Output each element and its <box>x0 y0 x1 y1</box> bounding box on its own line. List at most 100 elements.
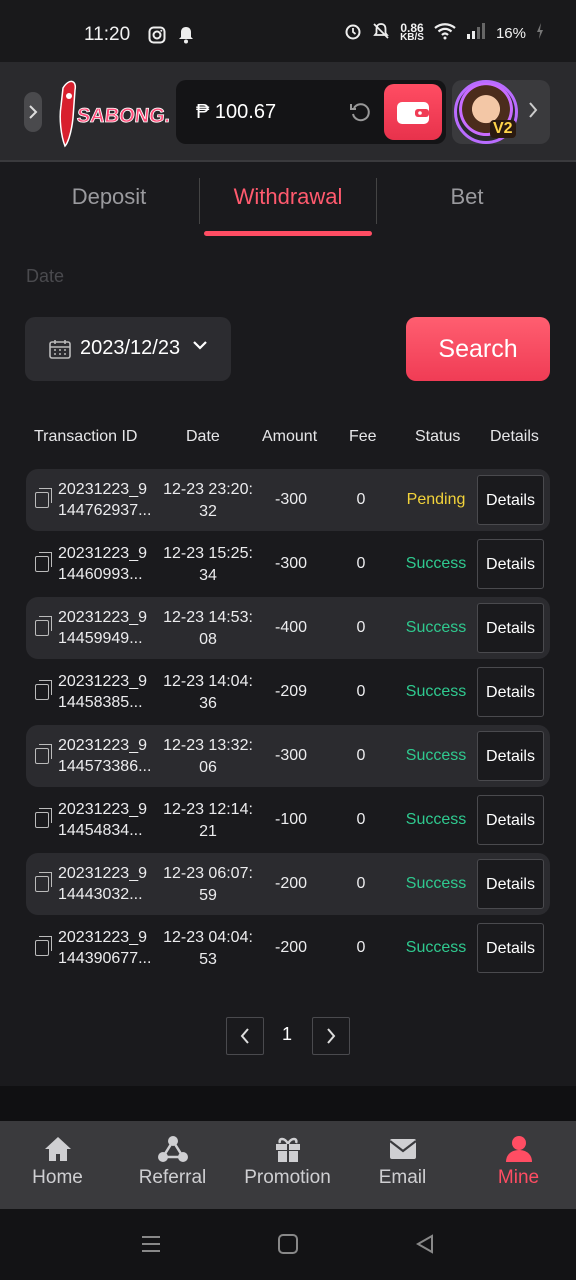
copy-icon[interactable] <box>35 488 52 508</box>
details-button[interactable]: Details <box>477 475 544 525</box>
date-picker[interactable]: 2023/12/23 <box>25 317 231 381</box>
nav-mine[interactable]: Mine <box>461 1135 576 1189</box>
nav-referral-label: Referral <box>138 1167 207 1188</box>
wallet-icon <box>397 102 429 124</box>
mute-icon <box>372 22 390 44</box>
transaction-date: 12-23 23:20: 32 <box>163 481 253 520</box>
bottom-navigation: Home Referral Promotion Email Mine <box>0 1121 576 1209</box>
search-button[interactable]: Search <box>406 317 550 381</box>
network-speed: 0.86 KB/S <box>400 21 424 43</box>
table-row: 20231223_9 14443032... 12-23 06:07: 59 -20… <box>26 853 550 915</box>
home-button-icon[interactable] <box>277 1234 299 1259</box>
transaction-fee: 0 <box>356 619 366 636</box>
details-button[interactable]: Details <box>477 859 544 909</box>
date-label: Date <box>26 266 65 286</box>
battery-level: 16% <box>495 24 526 42</box>
status-badge: Success <box>405 555 467 572</box>
calendar-icon <box>49 339 71 364</box>
status-badge: Success <box>405 811 467 828</box>
chevron-right-icon[interactable] <box>528 102 538 123</box>
lower-section <box>0 1086 576 1126</box>
copy-icon[interactable] <box>35 872 52 892</box>
transaction-date: 12-23 14:53: 08 <box>163 609 253 648</box>
copy-icon[interactable] <box>35 744 52 764</box>
signal-icon <box>466 23 486 43</box>
chevron-right-icon <box>327 1028 336 1044</box>
date-value: 2023/12/23 <box>80 337 181 359</box>
transaction-date: 12-23 12:14: 21 <box>163 801 253 840</box>
copy-icon[interactable] <box>35 552 52 572</box>
table-row: 20231223_9 14460993... 12-23 15:25: 34 -30… <box>26 533 550 595</box>
status-badge: Pending <box>406 491 466 508</box>
details-button[interactable]: Details <box>477 667 544 717</box>
transaction-amount: -300 <box>274 747 308 764</box>
table-row: 20231223_9 144762937... 12-23 23:20: 32 -3… <box>26 469 550 531</box>
user-icon <box>505 1136 532 1162</box>
nav-home[interactable]: Home <box>0 1135 115 1189</box>
transaction-fee: 0 <box>356 555 366 572</box>
transaction-amount: -300 <box>274 555 308 572</box>
status-time: 11:20 <box>84 24 131 45</box>
transaction-amount: -300 <box>274 491 308 508</box>
copy-icon[interactable] <box>35 616 52 636</box>
instagram-icon <box>148 26 166 49</box>
copy-icon[interactable] <box>35 680 52 700</box>
nav-email-label: Email <box>378 1167 427 1188</box>
profile-box[interactable]: V2 <box>452 80 550 144</box>
chevron-right-icon <box>29 105 38 119</box>
referral-icon <box>157 1136 188 1162</box>
active-tab-indicator <box>204 231 372 236</box>
balance-amount: ₱ 100.67 <box>196 101 277 123</box>
header-left-arrow-button[interactable] <box>24 92 42 132</box>
home-icon <box>44 1137 71 1161</box>
sabong-bet-logo[interactable]: SABONG.BET <box>55 78 213 148</box>
column-header-status: Status <box>415 428 461 445</box>
vip-level-badge: V2 <box>490 120 516 138</box>
system-navigation-bar <box>0 1209 576 1280</box>
transaction-fee: 0 <box>356 683 366 700</box>
tab-bet[interactable]: Bet <box>382 184 552 210</box>
status-badge: Success <box>405 875 467 892</box>
transaction-fee: 0 <box>356 939 366 956</box>
table-row: 20231223_9 144573386... 12-23 13:32: 06 -3… <box>26 725 550 787</box>
refresh-balance-icon[interactable] <box>348 100 372 129</box>
details-button[interactable]: Details <box>477 539 544 589</box>
wallet-button[interactable] <box>384 84 442 140</box>
tab-withdrawal[interactable]: Withdrawal <box>203 184 373 210</box>
transaction-amount: -200 <box>274 939 308 956</box>
column-header-details: Details <box>490 428 539 445</box>
nav-home-label: Home <box>32 1167 83 1188</box>
transaction-date: 12-23 04:04: 53 <box>163 929 253 968</box>
svg-text:SABONG.BET: SABONG.BET <box>76 105 170 127</box>
status-badge: Success <box>405 939 467 956</box>
status-badge: Success <box>405 619 467 636</box>
recent-apps-icon[interactable] <box>140 1234 162 1259</box>
nav-mine-label: Mine <box>497 1167 540 1188</box>
column-header-transaction-id: Transaction ID <box>34 428 138 445</box>
column-header-fee: Fee <box>349 428 377 445</box>
details-button[interactable]: Details <box>477 795 544 845</box>
details-button[interactable]: Details <box>477 923 544 973</box>
notification-bell-icon <box>178 26 194 49</box>
copy-icon[interactable] <box>35 936 52 956</box>
transaction-amount: -400 <box>274 619 308 636</box>
table-row: 20231223_9 14459949... 12-23 14:53: 08 -40… <box>26 597 550 659</box>
transaction-fee: 0 <box>356 811 366 828</box>
nav-email[interactable]: Email <box>345 1135 460 1189</box>
transaction-amount: -100 <box>274 811 308 828</box>
nav-promotion[interactable]: Promotion <box>230 1135 345 1189</box>
details-button[interactable]: Details <box>477 731 544 781</box>
transaction-date: 12-23 13:32: 06 <box>163 737 253 776</box>
transaction-date: 12-23 14:04: 36 <box>163 673 253 712</box>
copy-icon[interactable] <box>35 808 52 828</box>
back-icon[interactable] <box>414 1234 436 1259</box>
nav-referral[interactable]: Referral <box>115 1135 230 1189</box>
current-page-number[interactable]: 1 <box>282 1024 292 1045</box>
next-page-button[interactable] <box>312 1017 350 1055</box>
details-button[interactable]: Details <box>477 603 544 653</box>
previous-page-button[interactable] <box>226 1017 264 1055</box>
table-header: Transaction ID Date Amount Fee Status De… <box>0 426 576 450</box>
tab-deposit[interactable]: Deposit <box>24 184 194 210</box>
transaction-fee: 0 <box>356 875 366 892</box>
battery-icon <box>536 22 544 44</box>
